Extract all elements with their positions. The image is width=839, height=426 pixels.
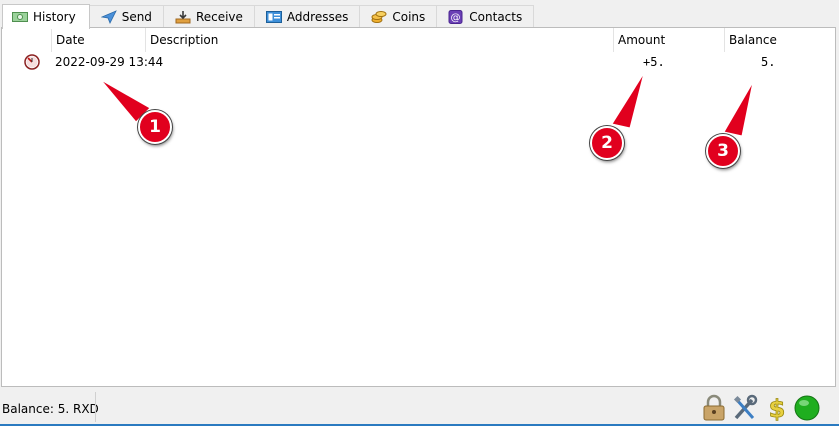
send-icon	[100, 10, 117, 24]
tab-send[interactable]: Send	[88, 5, 164, 28]
callout-marker-1: 1	[138, 110, 172, 144]
receive-icon	[175, 10, 191, 24]
addresses-icon	[265, 10, 282, 24]
status-bar: Balance: 5. RXD $	[0, 387, 839, 426]
tab-label: Coins	[392, 10, 426, 24]
table-row[interactable]: 2022-09-29 13:44 +5. 5.	[2, 52, 835, 72]
seed-dollar-icon[interactable]: $	[764, 394, 790, 424]
clock-icon	[24, 54, 40, 70]
status-divider	[95, 392, 96, 422]
tab-addresses[interactable]: Addresses	[253, 5, 361, 28]
row-balance: 5.	[761, 55, 776, 69]
svg-text:@: @	[451, 13, 461, 24]
callout-marker-2: 2	[590, 126, 624, 160]
column-header-amount[interactable]: Amount	[613, 28, 724, 52]
coins-icon	[371, 10, 387, 24]
column-header-label: Balance	[729, 33, 777, 47]
column-header-label: Description	[150, 33, 219, 47]
history-table[interactable]: Date Description Amount Balance 2022-09-…	[1, 27, 836, 387]
column-header-balance[interactable]: Balance	[724, 28, 835, 52]
column-header-description[interactable]: Description	[145, 28, 613, 52]
lock-icon[interactable]	[701, 394, 727, 422]
contacts-icon: @	[448, 10, 464, 24]
tab-receive[interactable]: Receive	[162, 5, 255, 28]
balance-status: Balance: 5. RXD	[2, 402, 99, 416]
row-date: 2022-09-29 13:44	[55, 55, 164, 69]
tab-contacts[interactable]: @ Contacts	[436, 5, 535, 28]
preferences-tools-icon[interactable]	[732, 394, 758, 422]
network-status-icon[interactable]	[794, 394, 820, 422]
tab-label: Receive	[195, 10, 243, 24]
tab-label: Contacts	[469, 10, 523, 24]
tab-label: Send	[121, 10, 152, 24]
column-header-label: Date	[56, 33, 85, 47]
tab-coins[interactable]: Coins	[359, 5, 438, 28]
history-icon	[12, 10, 28, 24]
tab-label: Addresses	[286, 10, 349, 24]
column-header-label: Amount	[618, 33, 666, 47]
tab-history[interactable]: History	[2, 4, 90, 29]
column-header-date[interactable]: Date	[51, 28, 145, 52]
tab-bar: History Send Receive Addresses Coins @ C…	[2, 3, 535, 29]
svg-text:$: $	[769, 395, 786, 422]
table-header: Date Description Amount Balance	[2, 28, 835, 52]
callout-marker-3: 3	[706, 134, 740, 168]
tab-label: History	[33, 10, 76, 24]
row-amount: +5.	[643, 55, 665, 69]
